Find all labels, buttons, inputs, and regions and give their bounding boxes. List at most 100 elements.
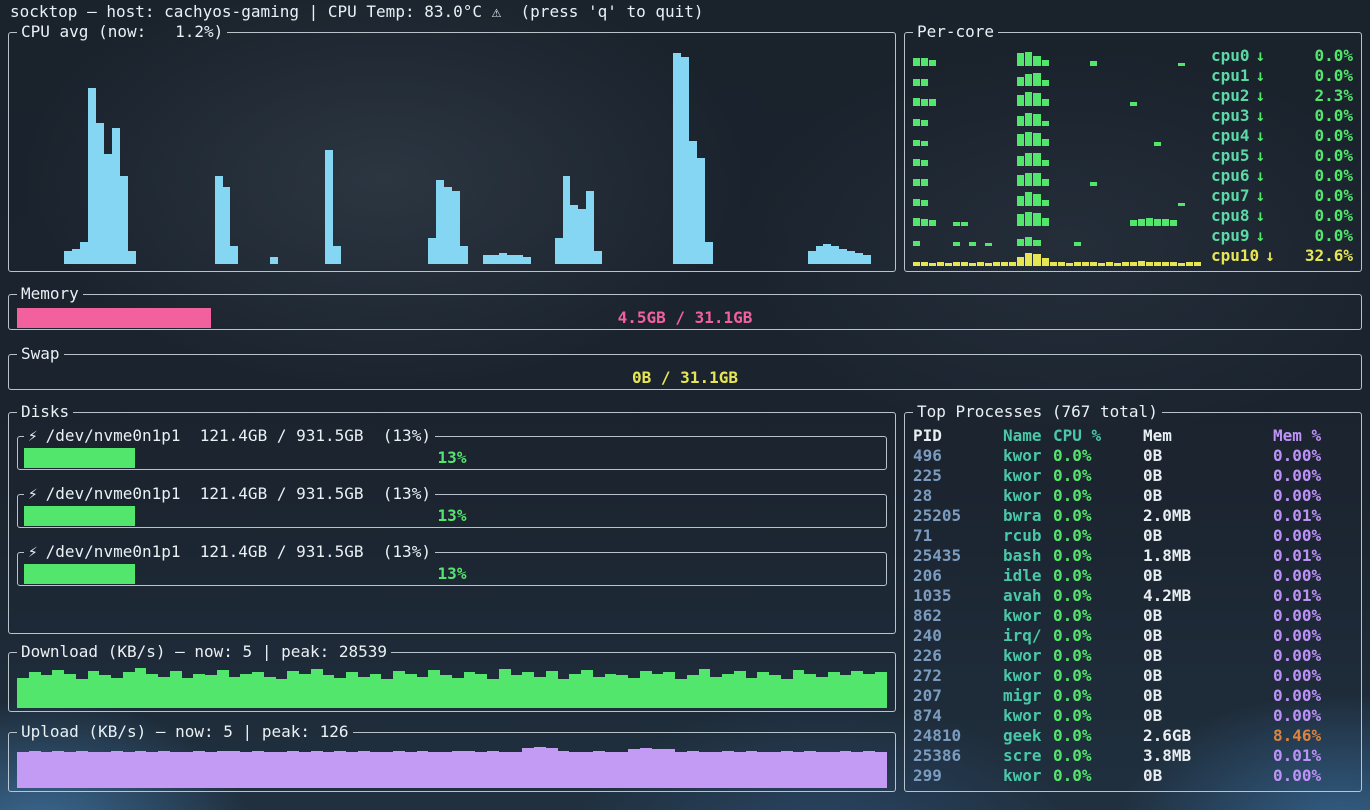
- core-name: cpu5: [1211, 146, 1250, 166]
- process-mem-pct: 0.00%: [1273, 566, 1353, 586]
- process-mem: 0B: [1143, 486, 1273, 506]
- chart-bar: [808, 251, 816, 264]
- chart-bar: [1122, 262, 1129, 267]
- disk-entry: ⚡/dev/nvme0n1p1 121.4GB / 931.5GB (13%) …: [17, 484, 887, 528]
- process-row: 225kwor0.0%0B0.00%: [913, 466, 1353, 486]
- chart-bar: [358, 677, 370, 709]
- chart-bar: [913, 119, 920, 126]
- chart-bar: [1042, 218, 1049, 226]
- chart-bar: [515, 255, 523, 264]
- chart-bar: [311, 669, 323, 708]
- chart-bar: [120, 176, 128, 264]
- process-pid: 207: [913, 686, 1003, 706]
- chart-bar: [1017, 116, 1024, 127]
- chart-bar: [252, 751, 264, 788]
- process-mem-pct: 0.00%: [1273, 706, 1353, 726]
- chart-bar: [405, 752, 417, 788]
- disk-usage-pct: 13%: [24, 564, 880, 584]
- core-usage-pct: 32.6%: [1305, 246, 1353, 266]
- core-usage-pct: 0.0%: [1314, 186, 1353, 206]
- chart-bar: [1138, 261, 1145, 266]
- chart-bar: [1138, 219, 1145, 226]
- chart-bar: [687, 751, 699, 788]
- chart-bar: [1058, 262, 1065, 266]
- chart-bar: [569, 752, 581, 788]
- chart-bar: [855, 253, 863, 264]
- chart-bar: [699, 752, 711, 788]
- core-usage-pct: 0.0%: [1314, 166, 1353, 186]
- chart-bar: [1017, 134, 1024, 146]
- chart-bar: [1033, 173, 1040, 186]
- chart-bar: [76, 679, 88, 708]
- disk-usage-pct: 13%: [24, 448, 880, 468]
- chart-bar: [223, 187, 231, 264]
- chart-bar: [921, 219, 928, 227]
- chart-bar: [913, 79, 920, 87]
- process-mem-pct: 0.01%: [1273, 746, 1353, 766]
- chart-bar: [570, 205, 578, 264]
- chart-bar: [921, 262, 928, 266]
- chart-bar: [229, 751, 241, 788]
- chart-bar: [1017, 196, 1024, 207]
- chart-bar: [1017, 77, 1024, 86]
- core-name: cpu0: [1211, 46, 1250, 66]
- chart-bar: [17, 752, 29, 788]
- chart-bar: [499, 752, 511, 788]
- chart-bar: [757, 672, 769, 708]
- chart-bar: [29, 672, 41, 708]
- socktop-terminal: { "header": { "text": "socktop — host: c…: [0, 0, 1370, 810]
- column-header: Name: [1003, 426, 1053, 446]
- chart-bar: [804, 751, 816, 788]
- core-history-chart: [913, 171, 1201, 186]
- process-pid: 299: [913, 766, 1003, 786]
- chart-bar: [875, 752, 887, 788]
- chart-bar: [491, 255, 499, 264]
- chart-bar: [1017, 53, 1024, 66]
- cpu-avg-panel: CPU avg (now: 1.2%): [8, 22, 896, 272]
- core-usage-pct: 0.0%: [1314, 126, 1353, 146]
- chart-bar: [193, 674, 205, 708]
- chart-bar: [1017, 214, 1024, 226]
- process-cpu-pct: 0.0%: [1053, 626, 1143, 646]
- process-mem: 0B: [1143, 626, 1273, 646]
- process-cpu-pct: 0.0%: [1053, 446, 1143, 466]
- core-row-cpu2: cpu2↓2.3%: [913, 86, 1353, 106]
- chart-bar: [381, 752, 393, 788]
- column-header: Mem %: [1273, 426, 1353, 446]
- chart-bar: [417, 677, 429, 709]
- chart-bar: [555, 238, 563, 264]
- chart-bar: [334, 678, 346, 708]
- process-pid: 862: [913, 606, 1003, 626]
- chart-bar: [1146, 218, 1153, 226]
- arrow-down-icon: ↓: [1256, 106, 1266, 126]
- process-mem: 0B: [1143, 766, 1273, 786]
- chart-bar: [1017, 175, 1024, 186]
- chart-bar: [205, 675, 217, 708]
- core-label: cpu9↓0.0%: [1211, 226, 1353, 246]
- chart-bar: [270, 257, 278, 264]
- chart-bar: [487, 751, 499, 788]
- per-core-panel: Per-core cpu0↓0.0%cpu1↓0.0%cpu2↓2.3%cpu3…: [904, 22, 1362, 272]
- process-name: scre: [1003, 746, 1053, 766]
- chart-bar: [804, 674, 816, 708]
- core-label: cpu6↓0.0%: [1211, 166, 1353, 186]
- chart-bar: [969, 263, 976, 266]
- chart-bar: [452, 191, 460, 264]
- chart-bar: [828, 752, 840, 788]
- chart-bar: [594, 251, 602, 264]
- process-mem: 0B: [1143, 446, 1273, 466]
- disk-entry-title: ⚡/dev/nvme0n1p1 121.4GB / 931.5GB (13%): [24, 542, 435, 562]
- chart-bar: [1025, 192, 1032, 206]
- process-name: kwor: [1003, 466, 1053, 486]
- chart-bar: [264, 752, 276, 788]
- memory-bar: 4.5GB / 31.1GB: [17, 308, 1353, 328]
- core-usage-pct: 0.0%: [1314, 226, 1353, 246]
- chart-bar: [746, 751, 758, 788]
- process-cpu-pct: 0.0%: [1053, 686, 1143, 706]
- arrow-down-icon: ↓: [1265, 246, 1275, 266]
- process-table-body: 496kwor0.0%0B0.00%225kwor0.0%0B0.00%28kw…: [913, 446, 1353, 786]
- chart-bar: [534, 677, 546, 709]
- chart-bar: [1025, 132, 1032, 146]
- chart-bar: [863, 255, 871, 264]
- chart-bar: [546, 748, 558, 788]
